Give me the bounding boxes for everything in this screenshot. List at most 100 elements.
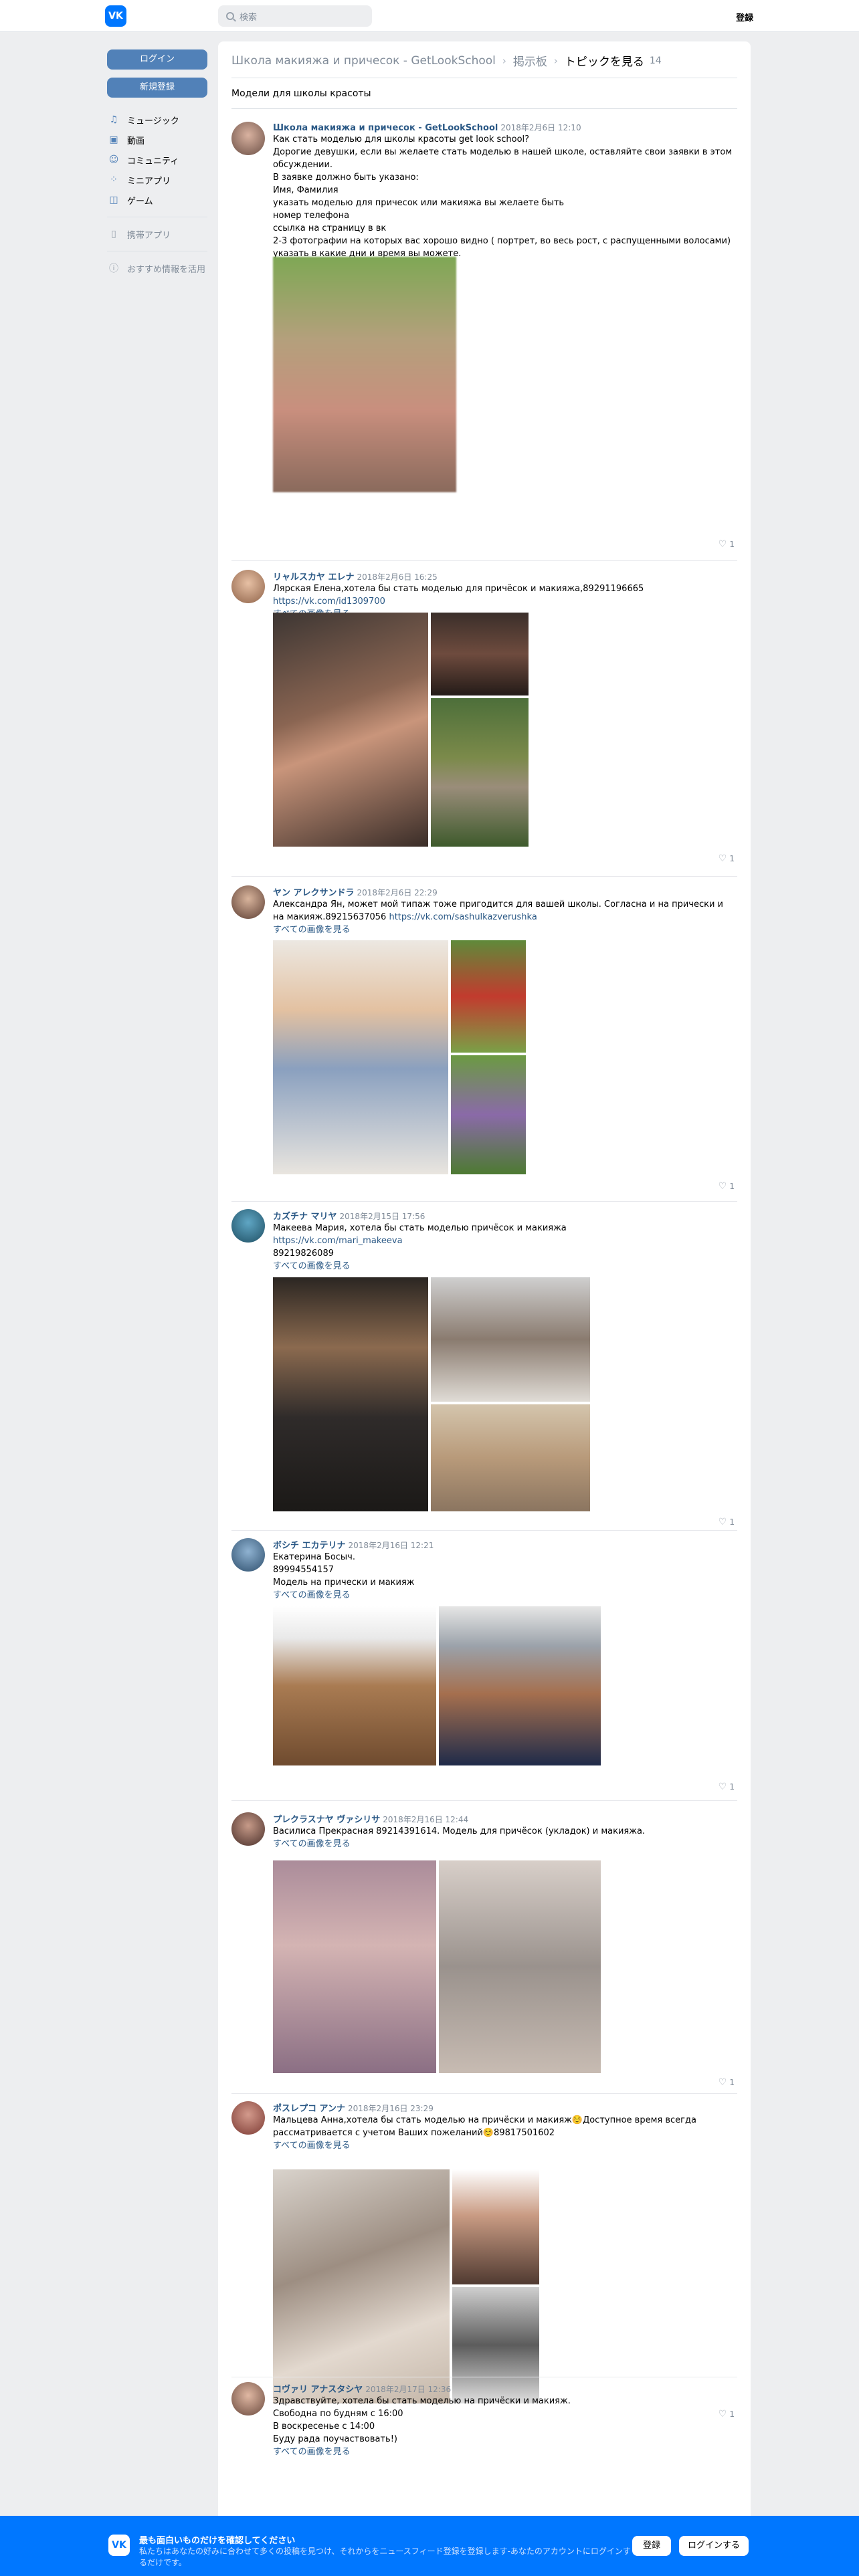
sidebar-item-blocked[interactable]: ⓘ おすすめ情報を活用 <box>107 258 207 278</box>
heart-icon: ♡ <box>718 2077 727 2088</box>
avatar[interactable] <box>231 1209 265 1243</box>
avatar[interactable] <box>231 885 265 919</box>
avatar[interactable] <box>231 2382 265 2416</box>
post-photo[interactable] <box>431 613 529 695</box>
heart-icon: ♡ <box>718 539 727 550</box>
post-author[interactable]: カズチナ マリヤ <box>273 1212 337 1222</box>
post-photo[interactable] <box>452 2169 539 2284</box>
post-date[interactable]: 2018年2月16日 12:44 <box>383 1815 468 1824</box>
post-author[interactable]: Школа макияжа и причесок - GetLookSchool <box>273 123 498 133</box>
vk-logo[interactable]: VK <box>105 5 126 27</box>
post-author[interactable]: ヤン アレクサンドラ <box>273 888 355 898</box>
post-author[interactable]: ボシチ エカテリナ <box>273 1541 346 1551</box>
sidebar-item-music[interactable]: ♫ ミュージック <box>107 110 207 130</box>
post-date[interactable]: 2018年2月17日 12:36 <box>365 2385 451 2394</box>
header-register-link[interactable]: 登録 <box>736 11 753 23</box>
topic-title: Модели для школы красоты <box>231 88 371 99</box>
post-date[interactable]: 2018年2月16日 23:29 <box>348 2104 434 2113</box>
like-button[interactable]: ♡ 1 <box>719 853 735 864</box>
post-link[interactable]: https://vk.com/mari_makeeva <box>273 1235 735 1247</box>
post-photo[interactable] <box>431 1277 590 1402</box>
post-divider <box>231 1530 737 1531</box>
post-text: Макеева Мария, хотела бы стать моделью п… <box>273 1223 567 1233</box>
like-button[interactable]: ♡ 1 <box>719 1181 735 1192</box>
search-input[interactable]: 検索 <box>218 5 372 27</box>
post-author[interactable]: リャルスカヤ エレナ <box>273 572 355 582</box>
post-photo[interactable] <box>439 1606 601 1765</box>
post-text: Екатерина Босыч. 89994554157 Модель на п… <box>273 1552 415 1588</box>
sidebar-item-mobile-app[interactable]: ▯ 携帯アプリ <box>107 224 207 244</box>
avatar[interactable] <box>231 2101 265 2135</box>
chevron-right-icon: › <box>502 54 506 67</box>
sidebar-item-label: ミニアプリ <box>127 176 171 187</box>
like-button[interactable]: ♡ 1 <box>719 1517 735 1527</box>
banner-subtitle: 私たちはあなたの好みに合わせて多くの投稿を見つけ、それからをニュースフィード登録… <box>139 2547 631 2567</box>
sidebar-item-miniapps[interactable]: ⁘ ミニアプリ <box>107 170 207 190</box>
post-date[interactable]: 2018年2月6日 16:25 <box>357 572 438 582</box>
see-all-images-link[interactable]: すべての画像を見る <box>273 924 735 936</box>
post-photo[interactable] <box>273 1606 436 1765</box>
post-text: Как стать моделью для школы красоты get … <box>273 134 733 259</box>
post-author[interactable]: ポスレプコ アンナ <box>273 2104 345 2114</box>
music-icon: ♫ <box>109 114 118 125</box>
see-all-images-link[interactable]: すべての画像を見る <box>273 2446 735 2458</box>
post-photo[interactable] <box>273 257 456 492</box>
like-button[interactable]: ♡ 1 <box>719 539 735 550</box>
avatar[interactable] <box>231 1812 265 1846</box>
heart-icon: ♡ <box>718 1782 727 1792</box>
post: ヤン アレクサンドラ 2018年2月6日 22:29 Александра Ян,… <box>231 885 737 1204</box>
post-date[interactable]: 2018年2月6日 22:29 <box>357 888 438 897</box>
post-divider <box>231 560 737 561</box>
post: ボシチ エカテリナ 2018年2月16日 12:21 Екатерина Босы… <box>231 1538 737 1806</box>
login-button[interactable]: ログイン <box>107 49 207 70</box>
sidebar-item-video[interactable]: ▣ 動画 <box>107 130 207 150</box>
avatar[interactable] <box>231 1538 265 1572</box>
post-photo[interactable] <box>431 698 529 847</box>
sidebar-item-games[interactable]: ◫ ゲーム <box>107 190 207 210</box>
search-icon <box>226 12 234 20</box>
like-button[interactable]: ♡ 1 <box>719 2077 735 2088</box>
post-photo[interactable] <box>273 2169 450 2403</box>
title-divider <box>231 108 737 109</box>
post-photo[interactable] <box>273 1277 428 1511</box>
sidebar-item-community[interactable]: ☺ コミュニティ <box>107 150 207 170</box>
post-date[interactable]: 2018年2月6日 12:10 <box>500 123 581 132</box>
post-photo[interactable] <box>439 1860 601 2073</box>
breadcrumb-board[interactable]: 掲示板 <box>513 52 547 69</box>
see-all-images-link[interactable]: すべての画像を見る <box>273 1838 735 1850</box>
post-date[interactable]: 2018年2月16日 12:21 <box>349 1541 434 1550</box>
post-photo[interactable] <box>451 940 526 1053</box>
banner-register-button[interactable]: 登録 <box>632 2536 671 2556</box>
see-all-images-link[interactable]: すべての画像を見る <box>273 1260 735 1273</box>
see-all-images-link[interactable]: すべての画像を見る <box>273 1589 735 1602</box>
avatar[interactable] <box>231 570 265 603</box>
post-link[interactable]: https://vk.com/id1309700 <box>273 597 385 607</box>
topic-page: Школа макияжа и причесок - GetLookSchool… <box>218 41 751 2576</box>
post-photo[interactable] <box>273 1860 436 2073</box>
heart-icon: ♡ <box>718 1181 727 1192</box>
like-button[interactable]: ♡ 1 <box>719 1782 735 1792</box>
post-text: Лярская Елена,хотела бы стать моделью дл… <box>273 584 644 594</box>
chevron-right-icon: › <box>553 54 558 67</box>
post: コヴァリ アナスタシヤ 2018年2月17日 12:36 Здравствуйте… <box>231 2382 737 2561</box>
post-photo[interactable] <box>451 1055 526 1174</box>
breadcrumb-group[interactable]: Школа макияжа и причесок - GetLookSchool <box>231 54 496 68</box>
see-all-images-link[interactable]: すべての画像を見る <box>273 2139 735 2152</box>
signup-button[interactable]: 新規登録 <box>107 78 207 98</box>
avatar[interactable] <box>231 122 265 155</box>
banner-title: 最も面白いものだけを確認してください <box>139 2536 296 2546</box>
post-photo[interactable] <box>273 940 448 1174</box>
video-icon: ▣ <box>109 134 118 145</box>
post-link[interactable]: https://vk.com/sashulkazverushka <box>389 912 537 922</box>
games-icon: ◫ <box>109 195 118 205</box>
post-date[interactable]: 2018年2月15日 17:56 <box>340 1212 425 1221</box>
post-text: 89219826089 <box>273 1249 334 1259</box>
post-photo[interactable] <box>273 613 428 847</box>
post-author[interactable]: プレクラスナヤ ヴァシリサ <box>273 1815 380 1825</box>
banner-login-button[interactable]: ログインする <box>679 2536 749 2556</box>
post-author[interactable]: コヴァリ アナスタシヤ <box>273 2385 363 2395</box>
post-photo[interactable] <box>431 1404 590 1511</box>
sidebar-nav: ♫ ミュージック ▣ 動画 ☺ コミュニティ ⁘ ミニアプリ ◫ ゲーム ▯ 携帯アプリ … <box>107 110 207 278</box>
post: プレクラスナヤ ヴァシリサ 2018年2月16日 12:44 Василиса П… <box>231 1812 737 2096</box>
miniapps-icon: ⁘ <box>110 175 118 185</box>
